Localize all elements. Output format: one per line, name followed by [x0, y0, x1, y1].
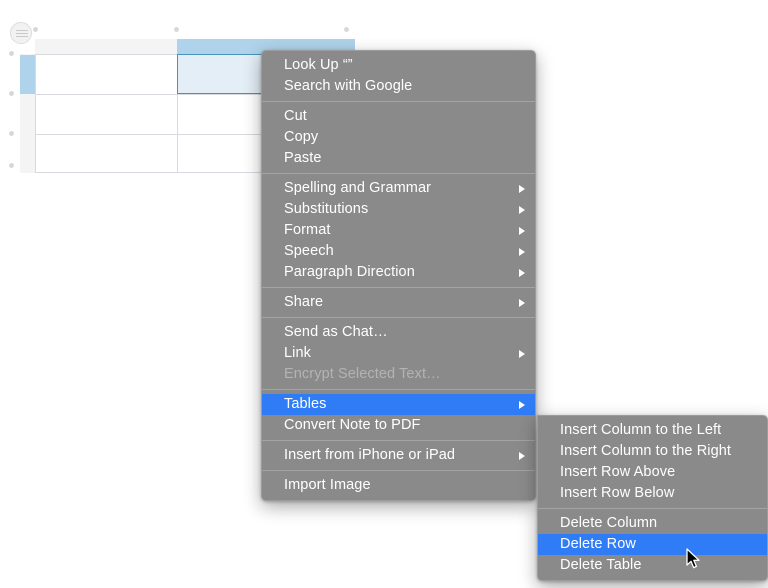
row-handle-dot-icon[interactable] — [9, 91, 14, 96]
context-menu-separator — [262, 470, 535, 471]
tables-submenu[interactable]: Insert Column to the Left Insert Column t… — [537, 415, 768, 581]
tables-submenu-item-delete-column[interactable]: Delete Column — [538, 513, 767, 534]
column-handle-dot-icon[interactable] — [344, 27, 349, 32]
chevron-right-icon — [519, 205, 525, 214]
context-menu-item-substitutions[interactable]: Substitutions — [262, 199, 535, 220]
context-menu-item-cut[interactable]: Cut — [262, 106, 535, 127]
context-menu-separator — [262, 440, 535, 441]
context-menu-item-import-image[interactable]: Import Image — [262, 475, 535, 496]
column-handle-dot-icon[interactable] — [33, 27, 38, 32]
context-menu-item-speech[interactable]: Speech — [262, 241, 535, 262]
tables-submenu-item-insert-row-below[interactable]: Insert Row Below — [538, 483, 767, 504]
context-menu-item-spelling-and-grammar[interactable]: Spelling and Grammar — [262, 178, 535, 199]
chevron-right-icon — [519, 298, 525, 307]
context-menu-item-copy[interactable]: Copy — [262, 127, 535, 148]
context-menu-item-send-as-chat[interactable]: Send as Chat… — [262, 322, 535, 343]
context-menu-item-search-with-google[interactable]: Search with Google — [262, 76, 535, 97]
context-menu-item-link[interactable]: Link — [262, 343, 535, 364]
table-row-header-selected[interactable] — [20, 55, 35, 94]
row-handle-dot-icon[interactable] — [9, 163, 14, 168]
context-menu-separator — [262, 389, 535, 390]
chevron-right-icon — [519, 247, 525, 256]
column-handle-dot-icon[interactable] — [174, 27, 179, 32]
context-menu-item-paste[interactable]: Paste — [262, 148, 535, 169]
context-menu-item-convert-note-to-pdf[interactable]: Convert Note to PDF — [262, 415, 535, 436]
tables-submenu-item-insert-row-above[interactable]: Insert Row Above — [538, 462, 767, 483]
chevron-right-icon — [519, 184, 525, 193]
context-menu-separator — [262, 317, 535, 318]
chevron-right-icon — [519, 451, 525, 460]
chevron-right-icon — [519, 349, 525, 358]
context-menu-item-encrypt-selected-text: Encrypt Selected Text… — [284, 366, 441, 382]
tables-submenu-separator — [538, 508, 767, 509]
chevron-right-icon — [519, 400, 525, 409]
chevron-right-icon — [519, 226, 525, 235]
chevron-right-icon — [519, 268, 525, 277]
context-menu-item-tables[interactable]: Tables — [262, 394, 535, 415]
context-menu-separator — [262, 173, 535, 174]
text-context-menu[interactable]: Look Up “” Search with Google Cut Copy Paste… — [261, 50, 536, 501]
tables-submenu-item-delete-table[interactable]: Delete Table — [538, 555, 767, 576]
context-menu-item-format[interactable]: Format — [262, 220, 535, 241]
row-handle-dot-icon[interactable] — [9, 51, 14, 56]
tables-submenu-item-insert-column-to-the-right[interactable]: Insert Column to the Right — [538, 441, 767, 462]
tables-submenu-item-delete-row[interactable]: Delete Row — [538, 534, 767, 555]
context-menu-separator — [262, 287, 535, 288]
context-menu-item-share[interactable]: Share — [262, 292, 535, 313]
context-menu-item-insert-from-iphone-or-ipad[interactable]: Insert from iPhone or iPad — [262, 445, 535, 466]
context-menu-item-paragraph-direction[interactable]: Paragraph Direction — [262, 262, 535, 283]
tables-submenu-item-insert-column-to-the-left[interactable]: Insert Column to the Left — [538, 420, 767, 441]
table-grab-handle-icon[interactable] — [10, 22, 32, 44]
row-handle-dot-icon[interactable] — [9, 131, 14, 136]
context-menu-item-look-up[interactable]: Look Up “” — [262, 55, 535, 76]
context-menu-separator — [262, 101, 535, 102]
